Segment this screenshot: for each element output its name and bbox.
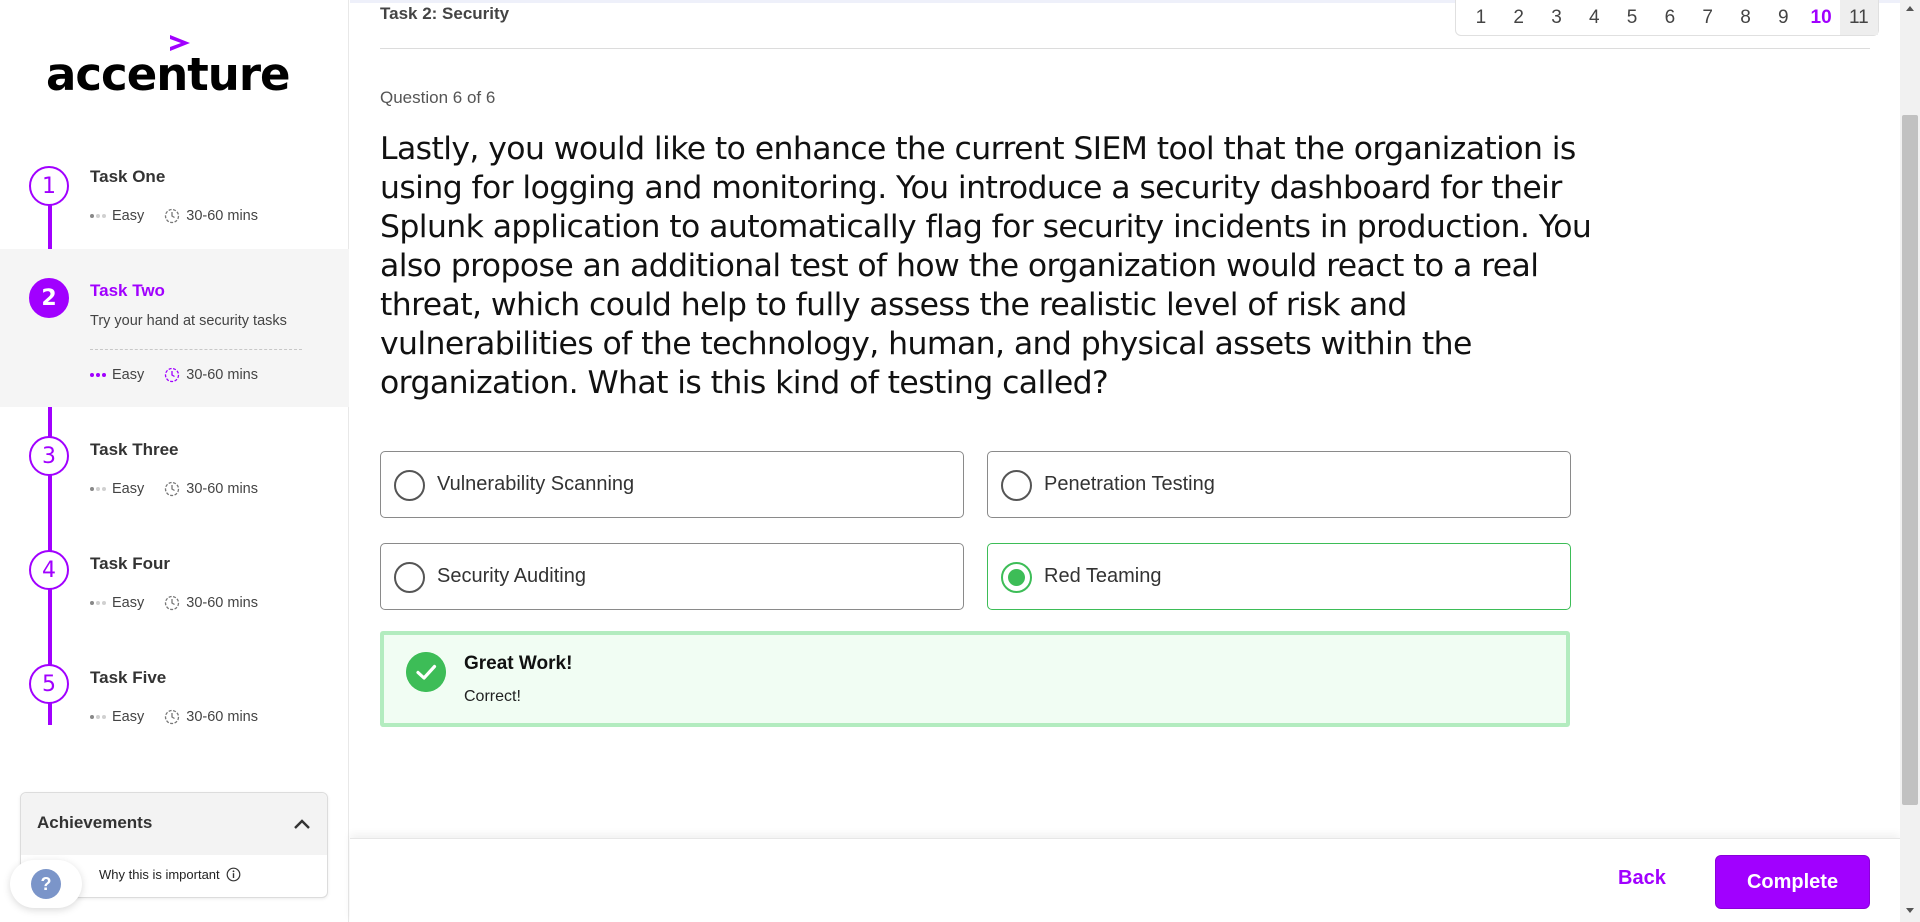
why-important-link[interactable]: Why this is important — [99, 867, 241, 882]
scroll-thumb[interactable] — [1902, 115, 1918, 805]
sidebar-task-two[interactable]: 2 Task Two Try your hand at security tas… — [0, 249, 349, 407]
scroll-down-arrow-icon[interactable] — [1906, 908, 1914, 913]
scroll-up-arrow-icon[interactable] — [1906, 6, 1914, 11]
page-9[interactable]: 9 — [1764, 0, 1802, 35]
header-divider — [380, 48, 1870, 49]
option-security-auditing[interactable]: Security Auditing — [380, 543, 964, 610]
accenture-logo[interactable]: accenture — [46, 34, 291, 101]
option-label: Security Auditing — [437, 565, 586, 587]
option-label: Red Teaming — [1044, 565, 1162, 587]
task-description: Try your hand at security tasks — [90, 313, 287, 329]
radio-button-selected[interactable] — [1001, 562, 1032, 593]
difficulty-label: Easy — [112, 709, 145, 725]
page-6[interactable]: 6 — [1651, 0, 1689, 35]
question-pager: 1 2 3 4 5 6 7 8 9 10 11 — [1455, 0, 1879, 36]
task-number-badge: 1 — [29, 166, 69, 206]
chevron-up-icon[interactable] — [291, 813, 313, 835]
task-number-badge: 4 — [29, 550, 69, 590]
page-5[interactable]: 5 — [1613, 0, 1651, 35]
duration-label: 30-60 mins — [186, 481, 258, 497]
task-title: Task Four — [90, 554, 170, 573]
clock-icon — [165, 595, 180, 611]
feedback-title: Great Work! — [464, 653, 573, 674]
clock-icon — [165, 481, 180, 497]
footer-bar: Back Complete — [350, 838, 1900, 922]
page-1[interactable]: 1 — [1462, 0, 1500, 35]
back-button[interactable]: Back — [1618, 867, 1666, 890]
option-label: Penetration Testing — [1044, 473, 1215, 495]
task-title: Task Five — [90, 668, 167, 687]
difficulty-label: Easy — [112, 367, 145, 383]
difficulty-icon — [90, 487, 106, 491]
difficulty-label: Easy — [112, 208, 145, 224]
task-title: Task One — [90, 167, 166, 186]
vertical-scrollbar[interactable] — [1900, 0, 1920, 922]
radio-fill — [1008, 569, 1025, 586]
info-icon[interactable] — [226, 867, 241, 882]
duration-label: 30-60 mins — [186, 367, 258, 383]
achievements-header[interactable]: Achievements — [21, 793, 327, 855]
page-3[interactable]: 3 — [1538, 0, 1576, 35]
task-number-badge: 3 — [29, 436, 69, 476]
task-meta: Easy 30-60 mins — [90, 595, 258, 611]
sidebar-task-four[interactable]: 4 Task Four Easy 30-60 mins — [0, 542, 349, 632]
duration-label: 30-60 mins — [186, 208, 258, 224]
logo-text: accenture — [46, 48, 291, 101]
breadcrumb: Task 2: Security — [380, 4, 510, 23]
difficulty-icon — [90, 214, 106, 218]
page-2[interactable]: 2 — [1500, 0, 1538, 35]
task-meta: Easy 30-60 mins — [90, 367, 258, 383]
task-number-badge: 2 — [29, 278, 69, 318]
task-meta: Easy 30-60 mins — [90, 208, 258, 224]
help-button[interactable]: ? — [10, 860, 82, 908]
task-divider — [90, 349, 302, 350]
clock-icon — [165, 709, 180, 725]
help-icon: ? — [31, 869, 61, 899]
question-text: Lastly, you would like to enhance the cu… — [380, 131, 1592, 401]
question-counter: Question 6 of 6 — [380, 88, 496, 107]
page-10-current[interactable]: 10 — [1802, 0, 1840, 35]
page-7[interactable]: 7 — [1689, 0, 1727, 35]
duration-label: 30-60 mins — [186, 709, 258, 725]
option-label: Vulnerability Scanning — [437, 473, 635, 495]
sidebar: accenture 1 Task One Easy 30-60 mins 2 T… — [0, 0, 349, 922]
why-important-label: Why this is important — [99, 867, 220, 882]
main-content: Task 2: Security 1 2 3 4 5 6 7 8 9 10 11… — [350, 0, 1920, 922]
difficulty-label: Easy — [112, 595, 145, 611]
sidebar-task-five[interactable]: 5 Task Five Easy 30-60 mins — [0, 656, 349, 746]
clock-icon — [165, 367, 180, 383]
sidebar-task-one[interactable]: 1 Task One Easy 30-60 mins — [0, 155, 349, 245]
difficulty-icon — [90, 601, 106, 605]
task-title: Task Three — [90, 440, 179, 459]
difficulty-icon — [90, 715, 106, 719]
achievements-title: Achievements — [37, 813, 153, 832]
difficulty-label: Easy — [112, 481, 145, 497]
task-number-badge: 5 — [29, 664, 69, 704]
feedback-banner: Great Work! Correct! — [380, 631, 1570, 727]
sidebar-task-three[interactable]: 3 Task Three Easy 30-60 mins — [0, 428, 349, 518]
task-meta: Easy 30-60 mins — [90, 709, 258, 725]
page-4[interactable]: 4 — [1575, 0, 1613, 35]
radio-button[interactable] — [1001, 470, 1032, 501]
duration-label: 30-60 mins — [186, 595, 258, 611]
radio-button[interactable] — [394, 562, 425, 593]
difficulty-icon — [90, 373, 106, 377]
complete-button[interactable]: Complete — [1715, 855, 1870, 909]
option-vulnerability-scanning[interactable]: Vulnerability Scanning — [380, 451, 964, 518]
checkmark-icon — [406, 652, 446, 692]
option-red-teaming[interactable]: Red Teaming — [987, 543, 1571, 610]
task-meta: Easy 30-60 mins — [90, 481, 258, 497]
option-penetration-testing[interactable]: Penetration Testing — [987, 451, 1571, 518]
radio-button[interactable] — [394, 470, 425, 501]
feedback-text: Correct! — [464, 688, 521, 705]
page-11[interactable]: 11 — [1839, 0, 1878, 35]
task-title: Task Two — [90, 281, 165, 300]
clock-icon — [165, 208, 180, 224]
page-8[interactable]: 8 — [1727, 0, 1765, 35]
